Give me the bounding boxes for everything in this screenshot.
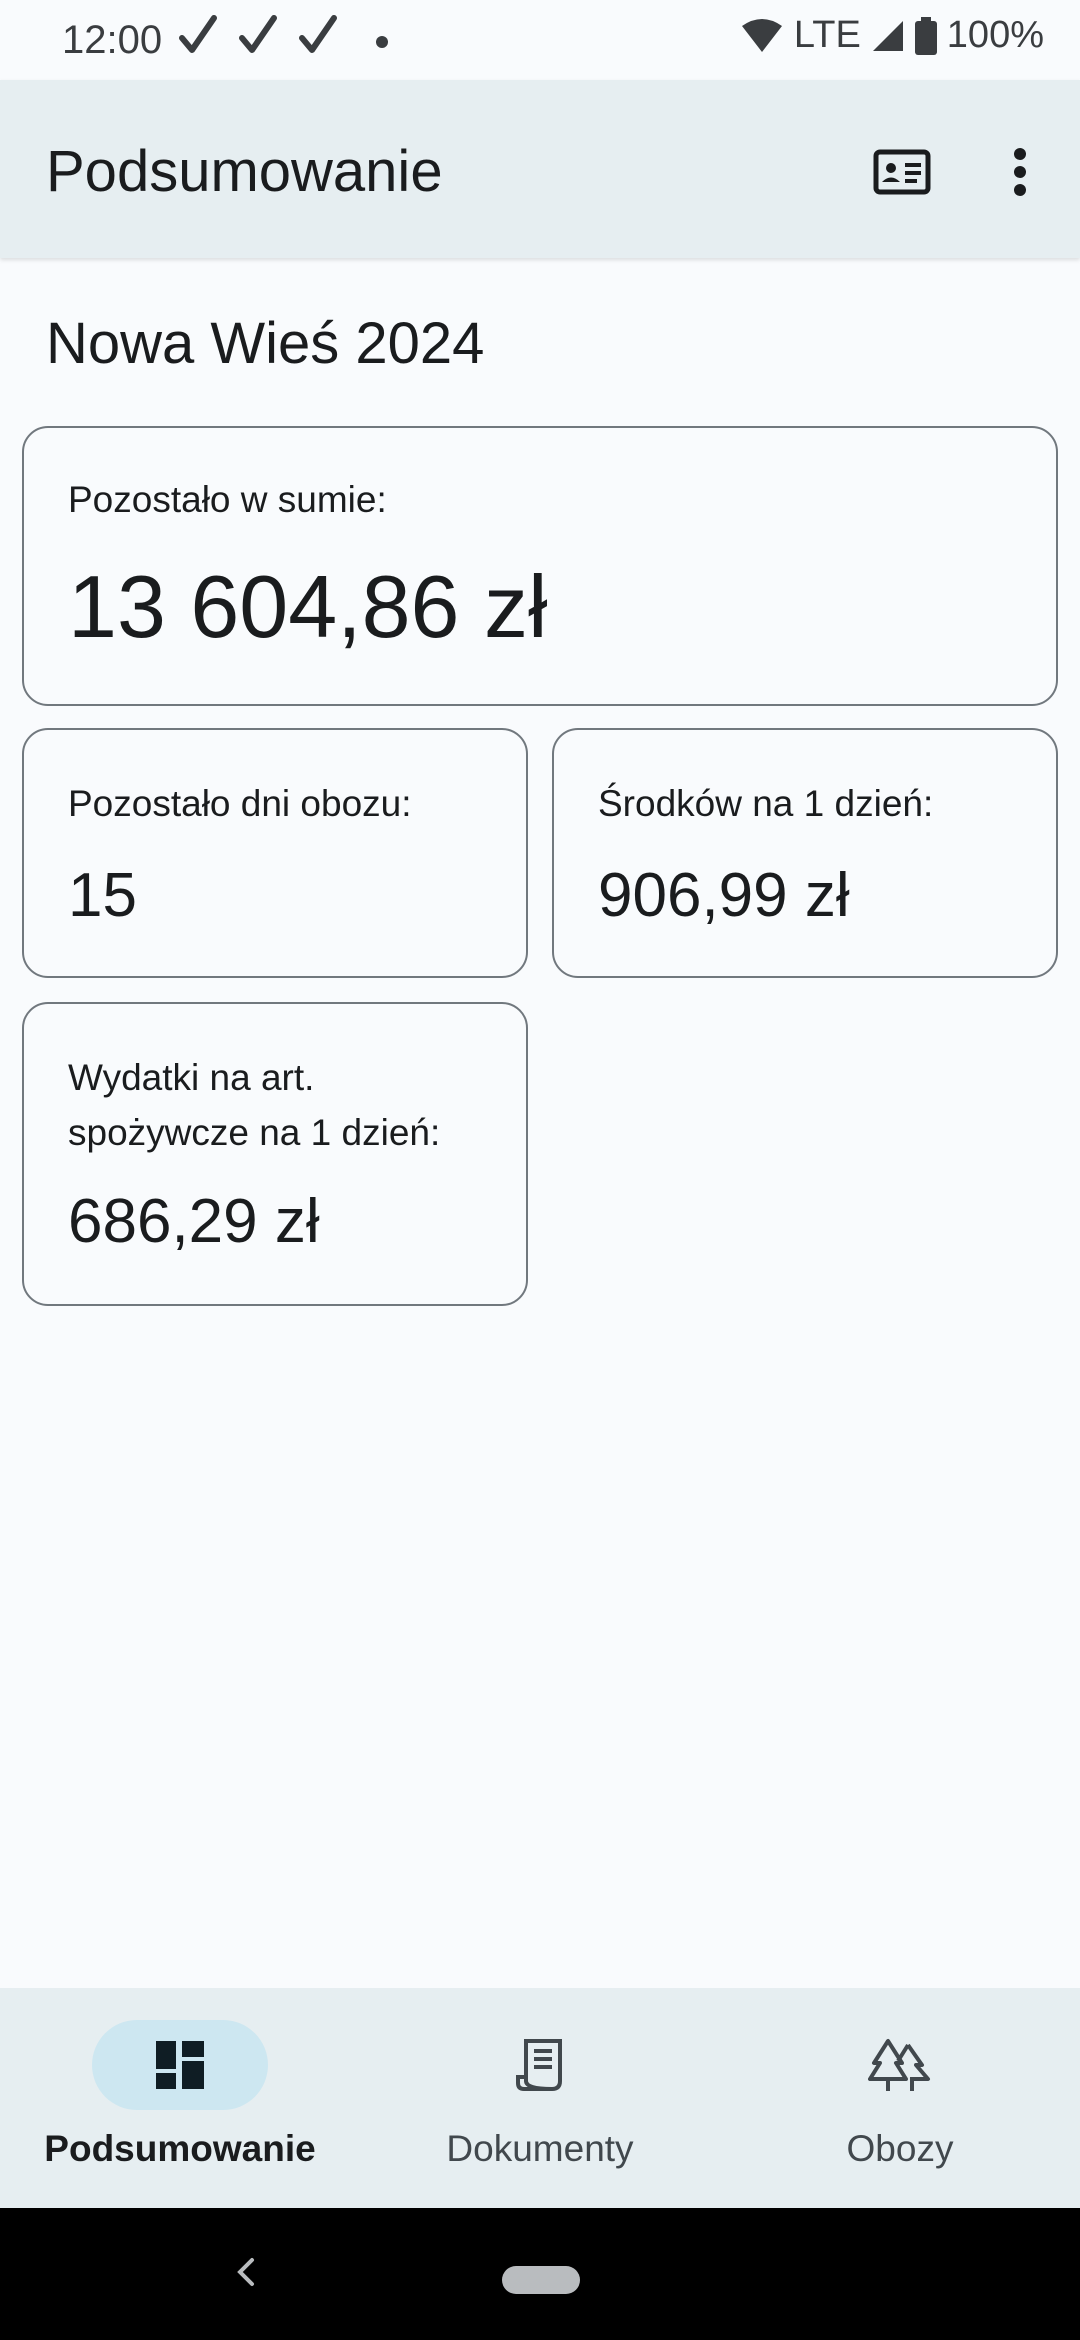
status-time: 12:00 [62,18,163,62]
bottom-navigation: Podsumowanie Dokumenty Obozy [0,1988,1080,2208]
nav-item-podsumowanie[interactable]: Podsumowanie [0,1988,360,2208]
status-bar: 12:00 LTE 100% [0,0,1080,80]
more-vert-icon [1014,148,1026,196]
remaining-days-label: Pozostało dni obozu: [68,783,412,824]
nav-label-obozy: Obozy [846,2128,954,2169]
back-icon[interactable] [230,2252,260,2292]
page-title: Podsumowanie [46,139,443,204]
food-per-day-card: Wydatki na art. spożywcze na 1 dzień: 68… [22,1002,528,1306]
receipt-icon [516,2039,562,2091]
remaining-total-label: Pozostało w sumie: [68,479,387,520]
nav-active-indicator [92,2020,268,2110]
nav-item-obozy[interactable]: Obozy [720,1988,1080,2208]
remaining-days-card: Pozostało dni obozu: 15 [22,728,528,978]
more-options-button[interactable] [984,136,1056,208]
nav-item-dokumenty[interactable]: Dokumenty [360,1988,720,2208]
network-type: LTE [793,14,861,56]
wifi-icon [741,18,782,52]
check-icon [239,15,277,53]
dashboard-icon [156,2041,204,2089]
signal-icon [872,20,903,51]
nav-label-dokumenty: Dokumenty [446,2128,634,2169]
forest-icon [868,2039,930,2091]
funds-per-day-card: Środków na 1 dzień: 906,99 zł [552,728,1058,978]
food-per-day-value: 686,29 zł [68,1187,320,1256]
remaining-total-card: Pozostało w sumie: 13 604,86 zł [22,426,1058,706]
contact-card-icon [873,149,931,195]
remaining-days-value: 15 [68,861,137,930]
battery-percent: 100% [946,14,1044,56]
funds-per-day-label: Środków na 1 dzień: [598,783,934,824]
food-per-day-label-line2: spożywcze na 1 dzień: [68,1112,441,1153]
home-handle[interactable] [502,2266,580,2294]
battery-icon [914,16,937,55]
check-icon [179,15,217,53]
notification-dot-icon [376,36,388,48]
top-app-bar: Podsumowanie [0,80,1080,258]
check-icon [299,15,337,53]
nav-label-podsumowanie: Podsumowanie [44,2128,316,2169]
camp-name: Nowa Wieś 2024 [46,311,485,376]
remaining-total-value: 13 604,86 zł [68,557,548,656]
funds-per-day-value: 906,99 zł [598,861,850,930]
system-navigation-bar [0,2208,1080,2340]
contact-card-button[interactable] [866,136,938,208]
food-per-day-label-line1: Wydatki na art. [68,1057,315,1098]
